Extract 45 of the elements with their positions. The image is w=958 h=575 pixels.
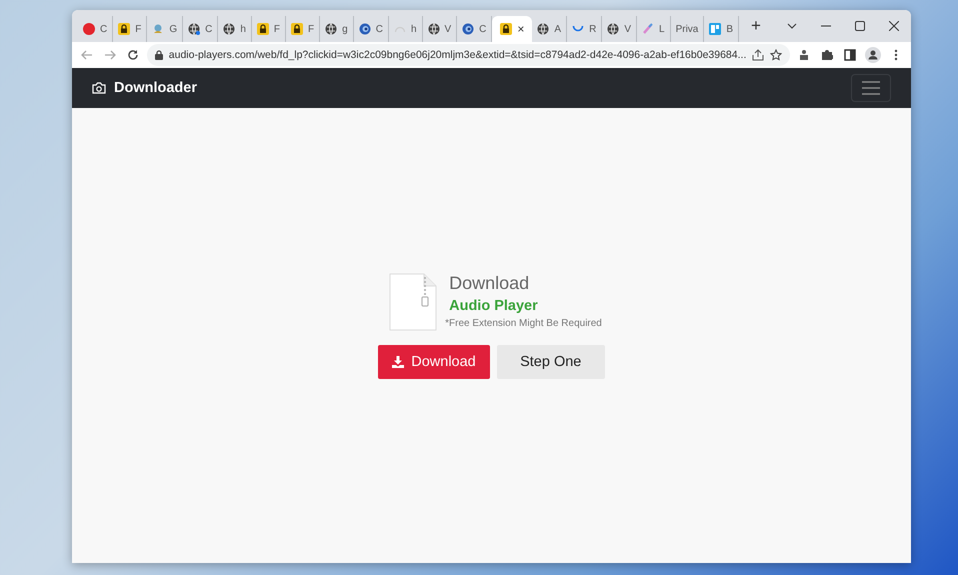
brand-title[interactable]: Downloader: [114, 80, 197, 96]
padlock-icon: [291, 23, 304, 35]
globe-icon: [607, 23, 620, 35]
extension-icon[interactable]: [798, 49, 810, 61]
chevron-down-icon[interactable]: [787, 23, 797, 29]
tiles-icon: [709, 23, 722, 35]
pen-icon: [642, 23, 654, 35]
share-icon[interactable]: [752, 49, 764, 61]
spinner-icon: [572, 26, 584, 32]
padlock-icon: [118, 23, 130, 35]
camera-icon: [92, 82, 106, 94]
maximize-icon[interactable]: [855, 21, 865, 31]
step-one-button[interactable]: Step One: [496, 344, 605, 378]
bird-icon: [152, 23, 164, 35]
profile-avatar-icon[interactable]: [864, 47, 881, 63]
globe-icon: [188, 23, 200, 35]
globe-icon: [325, 23, 338, 35]
reload-icon[interactable]: [127, 49, 140, 61]
padlock-icon: [256, 23, 269, 35]
hamburger-menu-icon[interactable]: [851, 74, 891, 102]
puzzle-icon[interactable]: [820, 49, 833, 61]
download-button[interactable]: Download: [378, 344, 490, 378]
browser-tab[interactable]: ×: [492, 16, 532, 42]
menu-icon[interactable]: [894, 49, 898, 61]
globe-icon: [223, 23, 236, 35]
download-icon: [392, 356, 404, 368]
swirl-icon: [462, 23, 474, 35]
extension-note: *Free Extension Might Be Required: [445, 318, 602, 328]
minimize-icon[interactable]: [821, 25, 831, 27]
side-panel-icon[interactable]: [844, 49, 856, 61]
close-icon[interactable]: [889, 21, 899, 31]
spinner-icon: [394, 26, 406, 32]
swirl-icon: [358, 23, 371, 35]
star-icon[interactable]: [770, 49, 782, 61]
address-bar[interactable]: audio-players.com/web/fd_lp?clickid=w3ic2c09bng6e06j20mljm3e&extid=&tsid=c8794ad2-d42e-4096-a2ab-ef16b0e39684...: [146, 44, 790, 66]
new-tab-button[interactable]: +: [747, 16, 765, 36]
circle-icon: [83, 23, 95, 35]
globe-icon: [537, 23, 550, 35]
download-heading: Download: [449, 272, 530, 294]
product-name: Audio Player: [449, 298, 538, 314]
globe-icon: [428, 23, 440, 35]
zip-file-icon: [389, 272, 438, 330]
padlock-icon: [500, 23, 512, 35]
padlock-icon: [154, 50, 163, 60]
url-text: audio-players.com/web/fd_lp?clickid=w3ic2c09bng6e06j20mljm3e&extid=&tsid=c8794ad2-d42e-4096-a2ab-ef16b0e39684...: [168, 49, 746, 61]
